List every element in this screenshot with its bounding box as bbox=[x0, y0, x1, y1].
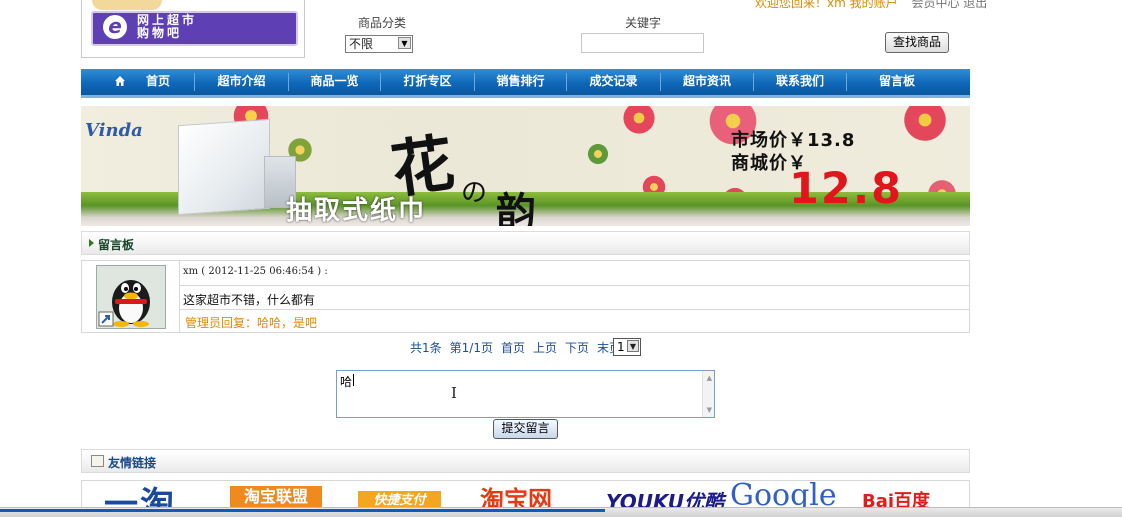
admin-reply: 管理员回复：哈哈，是吧 bbox=[185, 316, 318, 330]
chevron-down-icon[interactable]: ▼ bbox=[398, 37, 411, 49]
textarea-scrollbar[interactable]: ▲ ▼ bbox=[702, 371, 714, 417]
search-button[interactable]: 查找商品 bbox=[885, 32, 949, 53]
guestbook-header: 留言板 bbox=[81, 231, 970, 255]
nav-item-ranking[interactable]: 销售排行 bbox=[475, 69, 566, 95]
text-caret bbox=[353, 374, 354, 386]
nav-item-home[interactable]: 首页 bbox=[139, 69, 177, 95]
message-textarea[interactable]: 哈 ▲ ▼ bbox=[336, 370, 715, 418]
avatar bbox=[96, 265, 166, 329]
product-image bbox=[178, 118, 270, 216]
calligraphy-no: の bbox=[461, 178, 488, 208]
message-meta-row: xm ( 2012-11-25 06:46:54 ) : bbox=[180, 261, 969, 286]
nav-item-products[interactable]: 商品一览 bbox=[289, 69, 380, 95]
pagination: 共1条 第1/1页 首页 上页 下页 末页 bbox=[410, 339, 629, 357]
welcome-link[interactable]: 欢迎您回来！xm 我的账户 bbox=[755, 0, 898, 10]
nav-item-deals[interactable]: 成交记录 bbox=[567, 69, 660, 95]
member-links[interactable]: 会员中心 退出 bbox=[911, 0, 987, 10]
flower-decoration bbox=[621, 106, 657, 136]
friendly-links-title: 友情链接 bbox=[108, 456, 157, 470]
message-meta: xm ( 2012-11-25 06:46:54 ) : bbox=[183, 266, 328, 277]
message-content-row: 这家超市不错，什么都有 bbox=[180, 286, 969, 310]
nav-underline bbox=[81, 95, 970, 98]
ibeam-cursor-icon: I bbox=[451, 384, 457, 402]
guestbook-title: 留言板 bbox=[98, 238, 135, 252]
calligraphy-yun: 韵 bbox=[496, 189, 536, 226]
category-label: 商品分类 bbox=[358, 16, 407, 30]
logo-decoration bbox=[92, 0, 162, 10]
top-user-links: 欢迎您回来！xm 我的账户 会员中心 退出 bbox=[755, 0, 987, 11]
message-entry: xm ( 2012-11-25 06:46:54 ) : 这家超市不错，什么都有… bbox=[81, 260, 970, 333]
nav-item-guestbook[interactable]: 留言板 bbox=[847, 69, 947, 95]
message-textarea-value: 哈 bbox=[340, 375, 353, 389]
avatar-cell bbox=[82, 261, 180, 332]
page-select-value: 1 bbox=[617, 340, 625, 354]
page-load-progress bbox=[0, 509, 605, 512]
home-icon[interactable] bbox=[115, 76, 125, 86]
logo-banner: e 网上超市 购物吧 bbox=[91, 11, 298, 46]
scroll-down-icon[interactable]: ▼ bbox=[707, 406, 712, 414]
main-nav: 首页 超市介绍 商品一览 打折专区 销售排行 成交记录 超市资讯 联系我们 留言… bbox=[81, 69, 970, 95]
mall-price-value: 12.8 bbox=[789, 164, 904, 214]
logo-text-line2: 购物吧 bbox=[137, 26, 183, 40]
promo-banner[interactable]: Vinda 花 の 韵 抽取式纸巾 市场价￥13.8 商城价￥ 12.8 bbox=[81, 106, 970, 226]
triangle-right-icon bbox=[89, 239, 94, 247]
flower-decoration bbox=[901, 106, 949, 144]
keyword-label: 关键字 bbox=[625, 16, 662, 30]
pager-prev[interactable]: 上页 bbox=[533, 341, 557, 355]
banner-product-text: 抽取式纸巾 bbox=[286, 196, 427, 226]
pager-first[interactable]: 首页 bbox=[501, 341, 525, 355]
penguin-avatar-icon bbox=[97, 266, 165, 328]
nav-item-contact[interactable]: 联系我们 bbox=[754, 69, 846, 95]
nav-item-discount[interactable]: 打折专区 bbox=[381, 69, 474, 95]
keyword-input[interactable] bbox=[581, 33, 704, 53]
scroll-up-icon[interactable]: ▲ bbox=[707, 374, 712, 382]
links-icon bbox=[91, 455, 104, 467]
submit-message-button[interactable]: 提交留言 bbox=[493, 419, 558, 439]
category-select[interactable]: 不限 ▼ bbox=[345, 35, 413, 53]
admin-reply-row: 管理员回复：哈哈，是吧 bbox=[180, 310, 969, 332]
pager-next[interactable]: 下页 bbox=[565, 341, 589, 355]
logo-text: 网上超市 购物吧 bbox=[137, 14, 197, 40]
chevron-down-icon[interactable]: ▼ bbox=[627, 340, 639, 352]
nav-item-about[interactable]: 超市介绍 bbox=[195, 69, 288, 95]
flower-decoration bbox=[586, 142, 610, 166]
category-select-value: 不限 bbox=[349, 37, 374, 51]
site-logo[interactable]: e 网上超市 购物吧 bbox=[81, 0, 305, 58]
message-content: 这家超市不错，什么都有 bbox=[183, 293, 316, 307]
nav-item-news[interactable]: 超市资讯 bbox=[661, 69, 753, 95]
page-select[interactable]: 1 ▼ bbox=[613, 338, 641, 356]
pager-page-of: 第1/1页 bbox=[449, 341, 493, 355]
friendly-links-header: 友情链接 bbox=[81, 449, 970, 473]
brand-logo: Vinda bbox=[85, 120, 143, 141]
logo-e-icon: e bbox=[103, 15, 127, 39]
pager-total: 共1条 bbox=[410, 341, 442, 355]
